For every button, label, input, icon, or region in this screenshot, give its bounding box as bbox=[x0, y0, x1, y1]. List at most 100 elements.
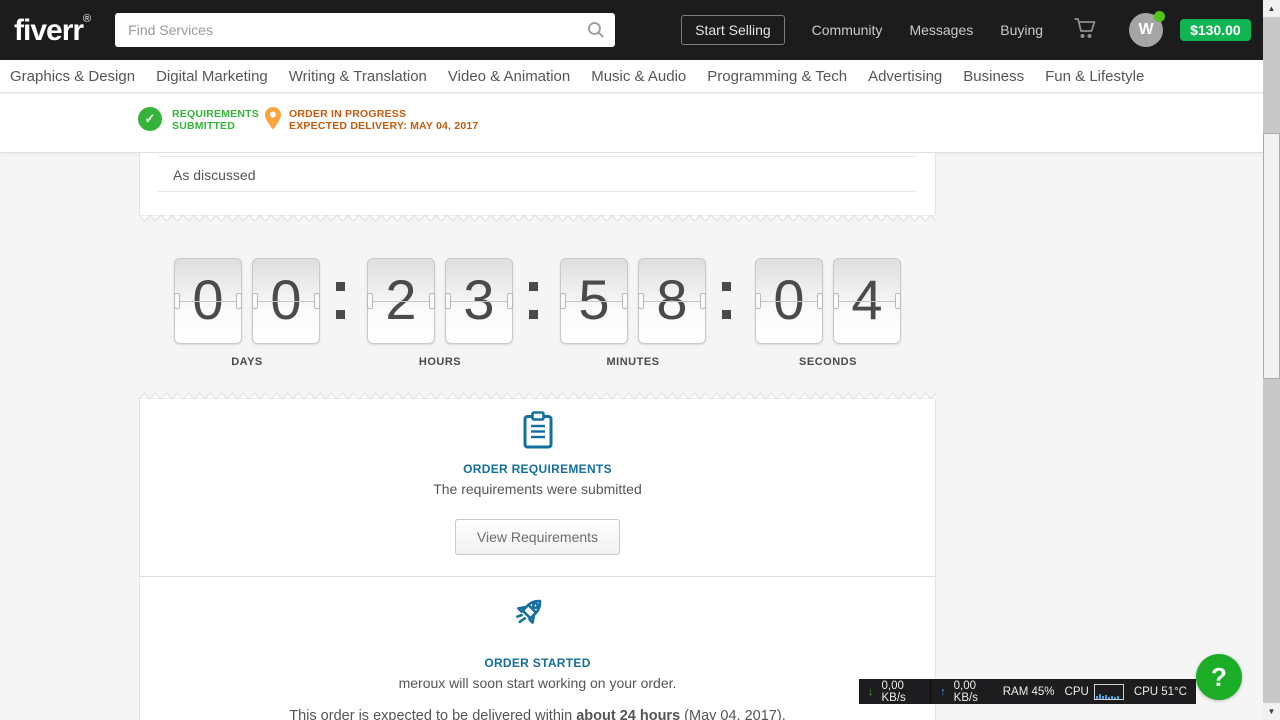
clock-colon bbox=[336, 258, 345, 344]
clock-colon bbox=[529, 258, 538, 344]
clock-colon bbox=[722, 258, 731, 344]
hinge bbox=[236, 293, 242, 309]
hinge bbox=[429, 293, 435, 309]
hinge bbox=[833, 293, 839, 309]
status-requirements-submitted: ✓ REQUIREMENTS SUBMITTED bbox=[138, 107, 259, 132]
hinge bbox=[700, 293, 706, 309]
ram-usage: RAM 45% bbox=[1002, 685, 1055, 698]
hinge bbox=[367, 293, 373, 309]
status-step2-line2: EXPECTED DELIVERY: MAY 04, 2017 bbox=[289, 120, 479, 132]
view-requirements-button[interactable]: View Requirements bbox=[454, 519, 621, 555]
hinge bbox=[817, 293, 823, 309]
countdown-digit-hours-tens: 2 bbox=[367, 258, 435, 344]
status-step1-label: REQUIREMENTS SUBMITTED bbox=[172, 107, 259, 132]
logo-text: fiverr bbox=[14, 13, 84, 47]
system-monitor-bar[interactable]: ↓ 0,00 KB/s ↑ 0,00 KB/s RAM 45% CPU CPU … bbox=[859, 679, 1196, 704]
cat-video-animation[interactable]: Video & Animation bbox=[448, 68, 570, 85]
avatar[interactable]: W bbox=[1129, 11, 1166, 47]
conversation-card: As discussed bbox=[139, 153, 936, 215]
check-circle-icon: ✓ bbox=[138, 107, 162, 131]
nav-community[interactable]: Community bbox=[812, 22, 883, 38]
countdown-digit-days-tens: 0 bbox=[174, 258, 242, 344]
section-divider bbox=[140, 576, 935, 577]
clock-label-hours: HOURS bbox=[418, 356, 462, 368]
cart-icon[interactable] bbox=[1073, 17, 1097, 45]
download-speed: 0,00 KB/s bbox=[881, 679, 906, 704]
hinge bbox=[622, 293, 628, 309]
countdown-digit-minutes-ones: 8 bbox=[638, 258, 706, 344]
hinge bbox=[174, 293, 180, 309]
nav-buying[interactable]: Buying bbox=[1000, 22, 1043, 38]
scroll-down-button[interactable]: ▼ bbox=[1263, 703, 1280, 720]
category-nav: Graphics & Design Digital Marketing Writ… bbox=[0, 60, 1280, 93]
digit-value: 0 bbox=[192, 268, 224, 331]
delivery-duration: about 24 hours bbox=[576, 708, 681, 720]
balance-badge[interactable]: $130.00 bbox=[1180, 19, 1251, 41]
divider bbox=[158, 191, 917, 192]
fiverr-logo[interactable]: fiverr® bbox=[14, 13, 91, 48]
digit-value: 8 bbox=[656, 268, 688, 331]
order-started-subtitle: meroux will soon start working on your o… bbox=[398, 675, 677, 691]
hinge bbox=[507, 293, 513, 309]
cpu-temperature: CPU 51°C bbox=[1133, 685, 1187, 698]
ticket-zigzag-bottom bbox=[139, 215, 936, 223]
clock-label-seconds: SECONDS bbox=[799, 356, 857, 368]
help-button[interactable]: ? bbox=[1196, 654, 1242, 700]
hinge bbox=[314, 293, 320, 309]
cat-business[interactable]: Business bbox=[963, 68, 1024, 85]
digit-value: 4 bbox=[851, 268, 883, 331]
vertical-scrollbar: ▲ ▼ bbox=[1263, 0, 1280, 720]
cpu-label: CPU bbox=[1064, 685, 1089, 698]
scrollbar-thumb[interactable] bbox=[1263, 133, 1280, 379]
cat-digital-marketing[interactable]: Digital Marketing bbox=[156, 68, 268, 85]
rocket-icon bbox=[515, 597, 561, 648]
status-step2-line1: ORDER IN PROGRESS bbox=[289, 108, 407, 120]
search-bar[interactable] bbox=[115, 13, 616, 47]
countdown-digit-seconds-ones: 4 bbox=[833, 258, 901, 344]
status-step1-line2: SUBMITTED bbox=[172, 120, 236, 132]
scroll-up-button[interactable]: ▲ bbox=[1263, 0, 1280, 17]
clock-label-days: DAYS bbox=[231, 356, 263, 368]
digit-value: 2 bbox=[385, 268, 417, 331]
delivery-suffix: (May 04, 2017). bbox=[680, 708, 786, 720]
digit-value: 5 bbox=[578, 268, 610, 331]
start-selling-button[interactable]: Start Selling bbox=[681, 15, 785, 45]
status-step1-line1: REQUIREMENTS bbox=[172, 108, 259, 120]
divider bbox=[158, 156, 917, 157]
ticket-zigzag-top bbox=[139, 391, 936, 399]
cpu-graph bbox=[1093, 683, 1124, 700]
cat-music-audio[interactable]: Music & Audio bbox=[591, 68, 686, 85]
hinge bbox=[252, 293, 258, 309]
cat-advertising[interactable]: Advertising bbox=[868, 68, 942, 85]
upload-arrow-icon: ↑ bbox=[940, 685, 946, 698]
conversation-message: As discussed bbox=[173, 167, 256, 183]
delivery-estimate: This order is expected to be delivered w… bbox=[289, 708, 785, 720]
nav-messages[interactable]: Messages bbox=[909, 22, 973, 38]
hinge bbox=[560, 293, 566, 309]
delivery-prefix: This order is expected to be delivered w… bbox=[289, 708, 577, 720]
top-header: fiverr® Start Selling Community Messages… bbox=[0, 0, 1280, 60]
cat-fun-lifestyle[interactable]: Fun & Lifestyle bbox=[1045, 68, 1144, 85]
countdown-digit-minutes-tens: 5 bbox=[560, 258, 628, 344]
countdown-digit-days-ones: 0 bbox=[252, 258, 320, 344]
status-step2-label: ORDER IN PROGRESS EXPECTED DELIVERY: MAY… bbox=[289, 107, 478, 132]
search-icon[interactable] bbox=[587, 21, 605, 39]
order-status-band: ✓ REQUIREMENTS SUBMITTED ORDER IN PROGRE… bbox=[0, 94, 1280, 153]
countdown-digit-hours-ones: 3 bbox=[445, 258, 513, 344]
digit-value: 0 bbox=[270, 268, 302, 331]
header-right: Start Selling Community Messages Buying … bbox=[681, 11, 1251, 47]
cat-writing-translation[interactable]: Writing & Translation bbox=[289, 68, 427, 85]
cat-graphics-design[interactable]: Graphics & Design bbox=[10, 68, 135, 85]
search-input[interactable] bbox=[115, 22, 616, 38]
order-requirements-subtitle: The requirements were submitted bbox=[433, 481, 642, 497]
order-started-title: ORDER STARTED bbox=[484, 656, 591, 670]
avatar-initial: W bbox=[1138, 21, 1154, 38]
countdown-digit-seconds-tens: 0 bbox=[755, 258, 823, 344]
digit-value: 0 bbox=[773, 268, 805, 331]
clock-label-minutes: MINUTES bbox=[606, 356, 660, 368]
cat-programming-tech[interactable]: Programming & Tech bbox=[707, 68, 847, 85]
monitor-separator bbox=[929, 679, 932, 704]
hinge bbox=[638, 293, 644, 309]
order-requirements-title: ORDER REQUIREMENTS bbox=[463, 462, 612, 476]
clipboard-icon bbox=[523, 411, 553, 454]
